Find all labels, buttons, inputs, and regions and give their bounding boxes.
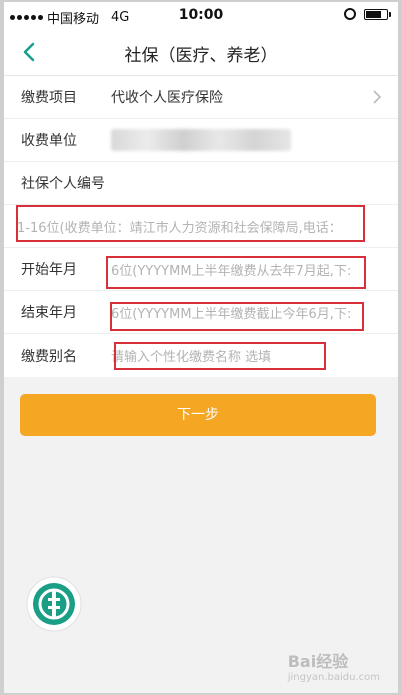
personal-number-input[interactable]: 1-16位(收费单位：靖江市人力资源和社会保障局,电话：	[4, 205, 398, 248]
watermark: Bai经验 jingyan.baidu.com	[288, 648, 380, 683]
payment-item-label: 缴费项目	[21, 90, 77, 106]
start-month-input[interactable]: 6位(YYYYMM上半年缴费从去年7月起,下:	[111, 260, 381, 279]
battery-icon	[364, 8, 391, 20]
watermark-text: Bai	[287, 652, 317, 671]
phone-screen: 中国移动 4G 10:00 社保（医疗、养老） 缴费项目 代收个人医疗保险 收费…	[4, 2, 398, 693]
bank-logo-icon[interactable]	[26, 576, 82, 632]
status-right	[344, 8, 391, 20]
payment-alias-label: 缴费别名	[21, 348, 77, 365]
end-month-input[interactable]: 6位(YYYYMM上半年缴费截止今年6月,下:	[111, 303, 381, 322]
page-title: 社保（医疗、养老）	[124, 46, 278, 66]
charge-unit-value-blurred	[111, 129, 291, 151]
watermark-sub: jingyan.baidu.com	[287, 672, 380, 683]
row-end-month: 结束年月 6位(YYYYMM上半年缴费截止今年6月,下:	[4, 291, 398, 334]
row-charge-unit: 收费单位	[4, 119, 398, 162]
end-month-label: 结束年月	[21, 305, 77, 321]
status-time: 10:00	[178, 7, 224, 23]
row-payment-item[interactable]: 缴费项目 代收个人医疗保险	[4, 76, 398, 119]
charge-unit-label: 收费单位	[21, 133, 77, 149]
rotation-lock-icon	[344, 8, 356, 20]
row-payment-alias: 缴费别名 请输入个性化缴费名称 选填	[4, 334, 398, 377]
personal-number-label: 社保个人编号	[21, 176, 105, 192]
next-step-button[interactable]: 下一步	[20, 394, 376, 436]
payment-alias-input[interactable]: 请输入个性化缴费名称 选填	[111, 346, 271, 365]
payment-form: 缴费项目 代收个人医疗保险 收费单位 社保个人编号 1-16位(收费单位：靖江市…	[4, 76, 398, 377]
nav-bar: 社保（医疗、养老）	[4, 28, 398, 76]
chevron-right-icon	[373, 90, 382, 104]
personal-number-placeholder: 1-16位(收费单位：靖江市人力资源和社会保障局,电话：	[17, 220, 342, 236]
row-personal-number-label: 社保个人编号	[4, 162, 398, 205]
row-start-month: 开始年月 6位(YYYYMM上半年缴费从去年7月起,下:	[4, 248, 398, 291]
start-month-label: 开始年月	[21, 262, 77, 278]
watermark-suffix: 经验	[316, 652, 349, 671]
payment-item-value: 代收个人医疗保险	[111, 90, 223, 106]
status-bar: 中国移动 4G 10:00	[4, 2, 398, 28]
